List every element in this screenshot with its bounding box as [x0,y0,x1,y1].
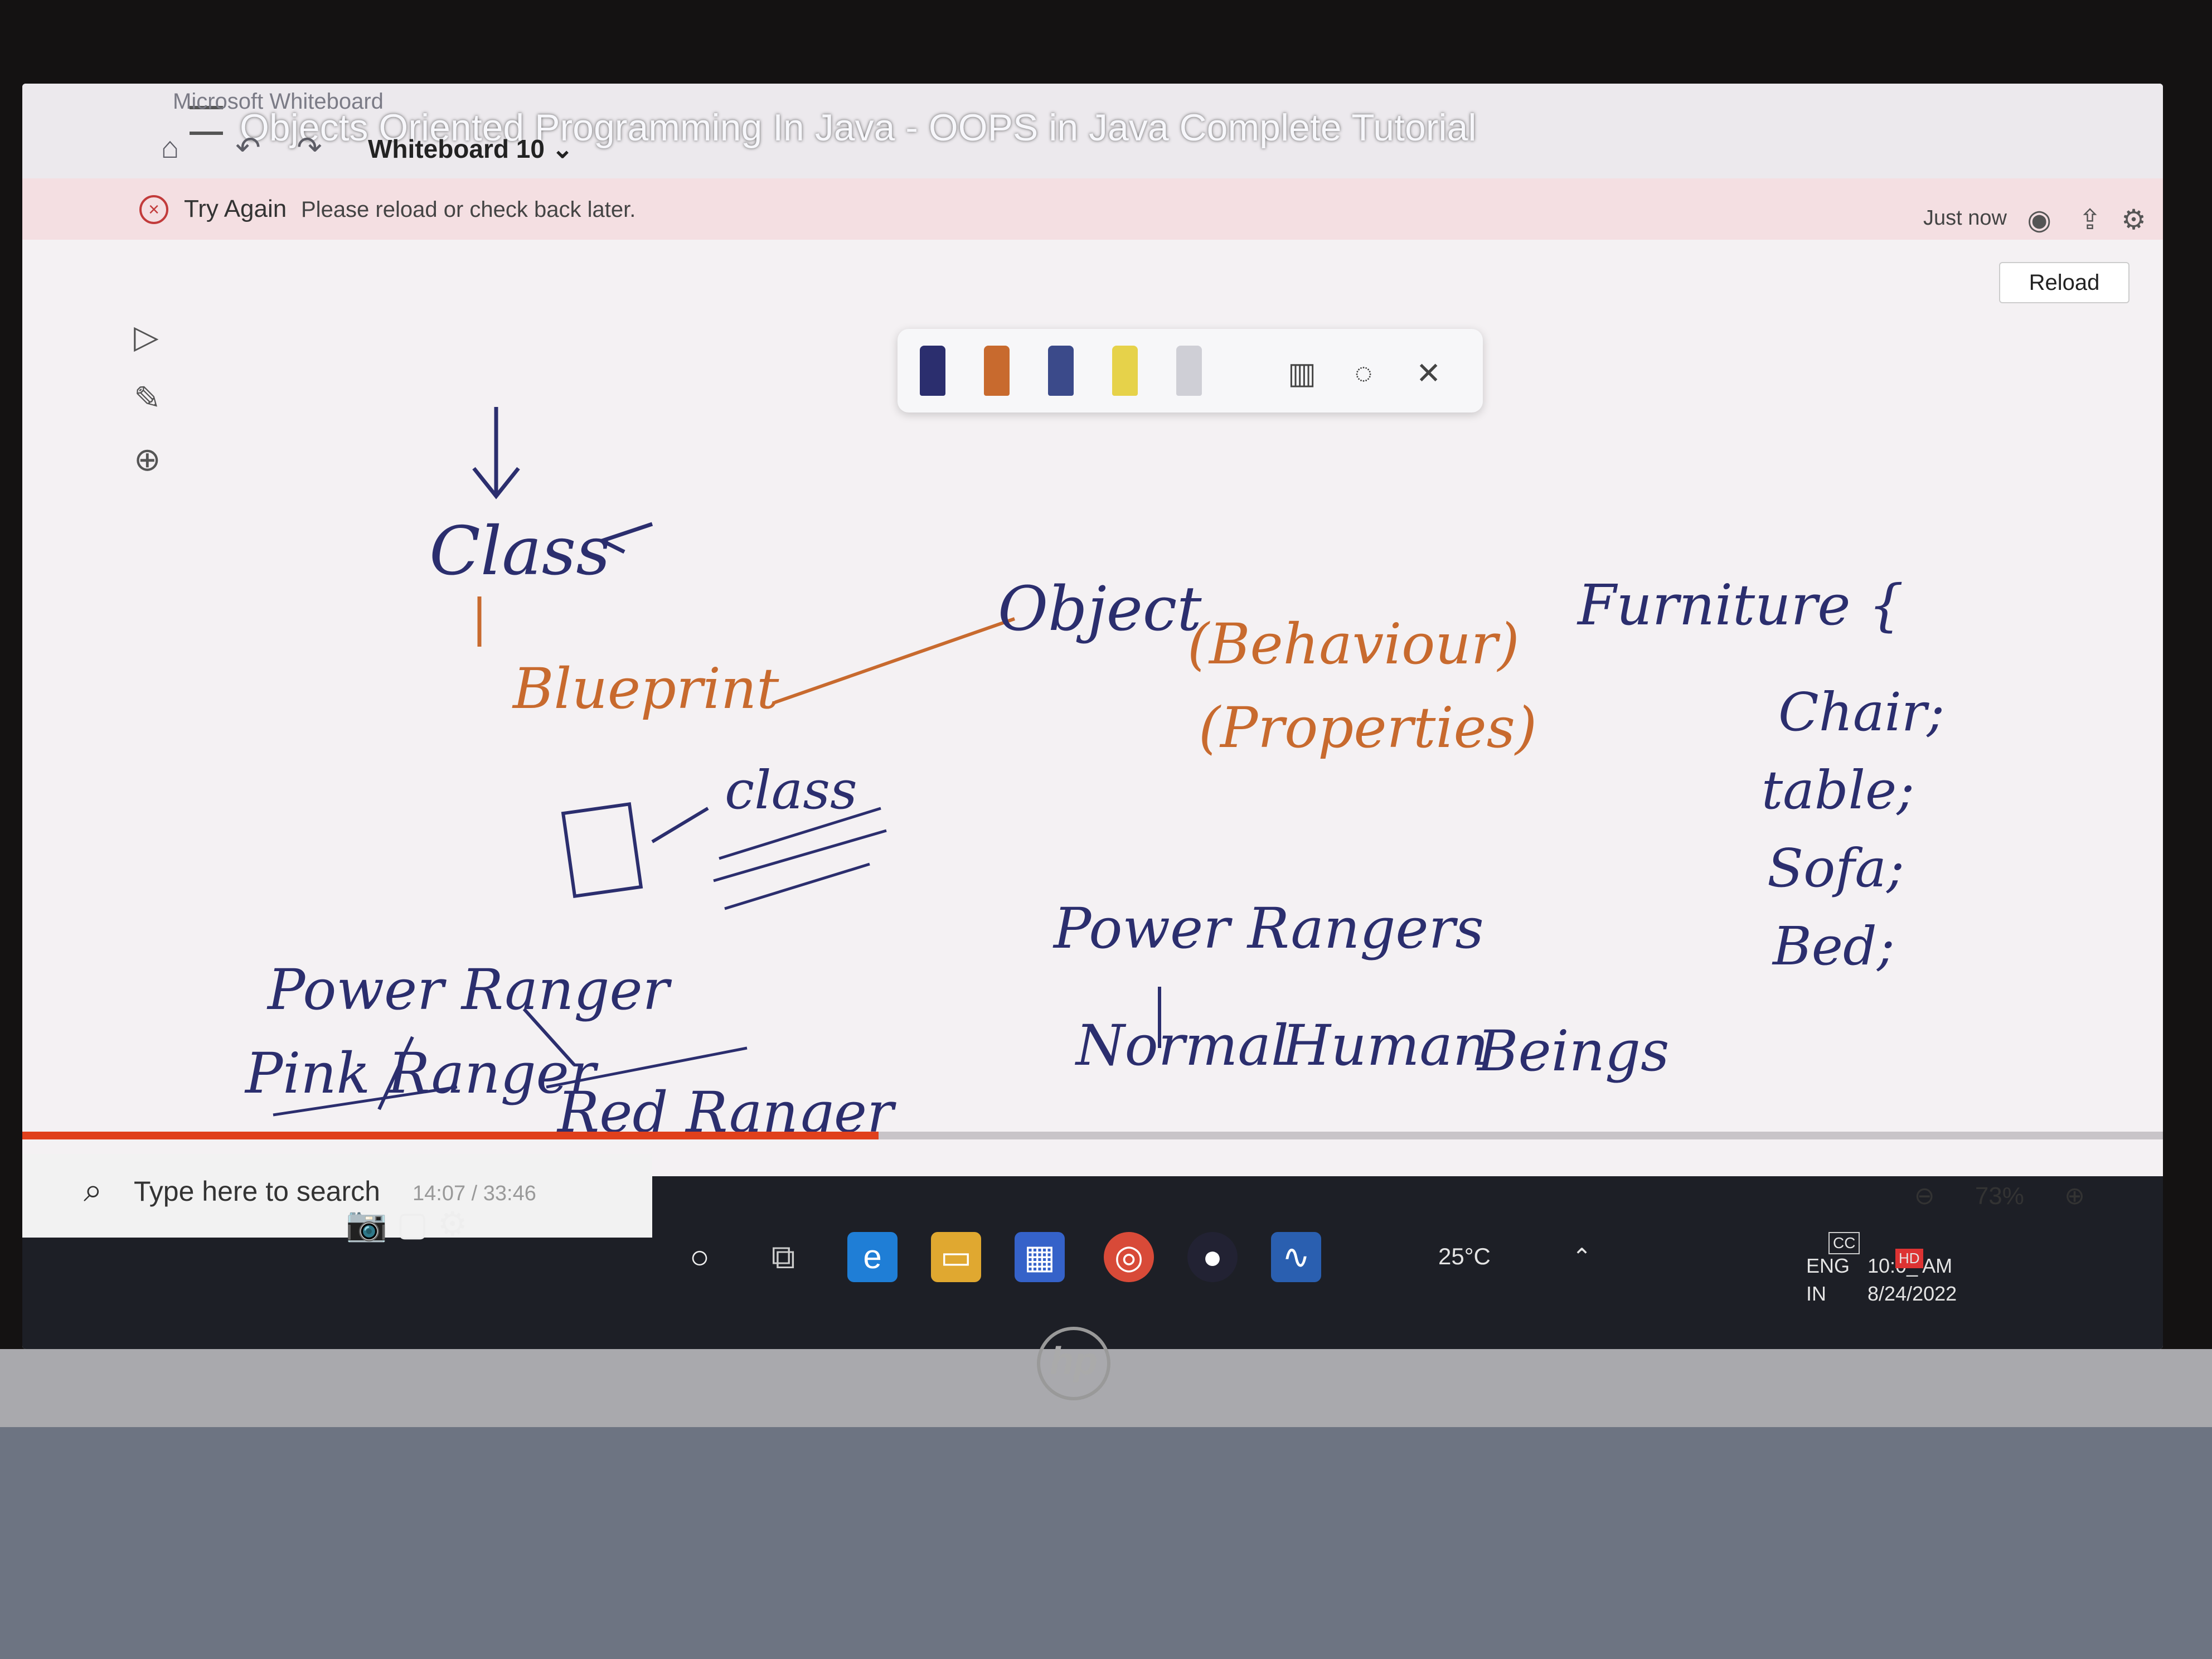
undo-icon[interactable]: ↶ [229,128,268,167]
error-icon: × [139,195,168,224]
hp-logo: hp [1037,1327,1110,1400]
chrome-icon[interactable]: ◎ [1104,1232,1154,1282]
whiteboard-canvas-lower: Pink Ranger Normal Human Beings [244,1013,1669,1117]
taskbar-search[interactable]: ⌕ Type here to search 14:07 / 33:46 [22,1154,652,1238]
hw-human: Human [1281,1013,1488,1078]
chevron-down-icon: ⌄ [551,134,574,163]
file-explorer-icon[interactable]: ▭ [931,1232,981,1282]
avatar-icon[interactable]: ◉ [2027,203,2051,236]
cc-badge[interactable]: CC [1828,1232,1860,1254]
player-time: 14:07 / 33:46 [413,1182,536,1205]
save-status: Just now [1923,206,2007,230]
line-blueprint-object [774,617,1015,704]
error-message: Please reload or check back later. [301,197,636,222]
app-icon[interactable]: ● [1187,1232,1238,1282]
clock-date: 8/24/2022 [1867,1282,1957,1305]
hw-furniture: Furniture { [1576,573,1904,638]
zoom-control: ⊖ 73% ⊕ [1914,1182,2085,1210]
chevron-up-icon[interactable]: ⌃ [1572,1243,1592,1270]
camera-controls-icon[interactable]: 📷 ▢ ⚙ [346,1204,468,1244]
hw-class-mid: class [725,760,857,821]
gear-icon[interactable]: ⚙ [2121,203,2146,236]
hw-table: table; [1762,760,1914,821]
video-seekbar[interactable] [22,1132,2163,1139]
hw-pink-ranger: Pink Ranger [244,1041,599,1106]
hw-object: Object [998,573,1202,644]
error-banner: × Try Again Please reload or check back … [22,178,2163,240]
hw-normal: Normal [1075,1013,1289,1078]
redo-icon[interactable]: ↷ [290,128,329,167]
hw-behaviour: (Behaviour) [1187,612,1520,677]
store-icon[interactable]: ▦ [1015,1232,1065,1282]
laptop-screen: Microsoft Whiteboard Objects Oriented Pr… [22,84,2163,1349]
share-icon[interactable]: ⇪ [2078,203,2102,236]
language-bottom: IN [1806,1282,1826,1305]
box-sketch [561,802,643,899]
hw-properties: (Properties) [1199,695,1537,760]
hw-class-top: Class [429,513,610,590]
weather-text[interactable]: 25°C [1438,1243,1491,1270]
hw-beings: Beings [1476,1018,1669,1084]
whiteboard-app-icon[interactable]: ∿ [1271,1232,1321,1282]
title-bar: Microsoft Whiteboard Objects Oriented Pr… [22,84,2163,178]
underline-2 [713,829,887,882]
video-progress-fill [22,1132,879,1139]
whiteboard-name[interactable]: Whiteboard 10 ⌄ [368,134,573,164]
search-icon: ⌕ [84,1171,103,1209]
edge-icon[interactable]: e [847,1232,898,1282]
hw-sofa: Sofa; [1767,838,1904,899]
hw-chair: Chair; [1778,682,1944,743]
zoom-out-icon[interactable]: ⊖ [1914,1182,1935,1210]
whiteboard-name-label: Whiteboard 10 [368,134,545,163]
hw-blueprint: Blueprint [512,656,779,721]
arrow-to-box [651,807,709,843]
zoom-in-icon[interactable]: ⊕ [2064,1182,2085,1210]
task-view-icon[interactable]: ⧉ [758,1232,808,1282]
home-icon[interactable]: ⌂ [151,128,190,167]
search-placeholder: Type here to search [134,1176,380,1207]
hd-badge[interactable]: HD [1895,1249,1923,1268]
laptop-keyboard [0,1427,2212,1659]
cortana-icon[interactable]: ○ [675,1232,725,1282]
zoom-value: 73% [1975,1182,2024,1210]
error-title[interactable]: Try Again [184,195,287,223]
language-top[interactable]: ENG [1806,1254,1850,1278]
